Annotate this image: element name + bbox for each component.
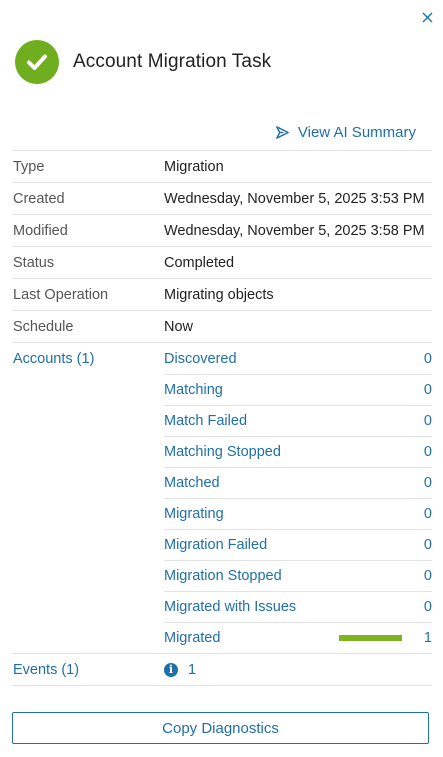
- account-state-cell: Matching 0: [164, 374, 432, 406]
- detail-row-modified: Modified Wednesday, November 5, 2025 3:58…: [12, 215, 432, 247]
- account-state-count: 1: [423, 629, 432, 646]
- detail-label: Created: [13, 190, 65, 207]
- detail-value: Migration: [164, 158, 224, 175]
- account-state-link[interactable]: Migrating: [164, 506, 224, 522]
- account-state-row: Migration Failed 0: [12, 529, 432, 561]
- info-icon: i: [164, 662, 178, 677]
- account-state-row: Migrating 0: [12, 498, 432, 530]
- account-state-cell: Migrated 1: [164, 622, 432, 653]
- account-state-cell: Migration Stopped 0: [164, 560, 432, 592]
- close-button[interactable]: [419, 9, 435, 25]
- account-state-link[interactable]: Match Failed: [164, 413, 247, 429]
- events-link[interactable]: Events (1): [13, 654, 79, 685]
- account-state-count: 0: [423, 381, 432, 398]
- copy-diagnostics-button[interactable]: Copy Diagnostics: [12, 712, 429, 744]
- detail-label: Modified: [13, 222, 68, 239]
- account-state-row: Matched 0: [12, 467, 432, 499]
- account-state-cell: Migrating 0: [164, 498, 432, 530]
- account-state-count: 0: [423, 505, 432, 522]
- close-icon: [422, 12, 432, 22]
- detail-row-schedule: Schedule Now: [12, 311, 432, 343]
- detail-value: Migrating objects: [164, 286, 274, 303]
- account-state-link[interactable]: Matched: [164, 475, 220, 491]
- account-state-count: 0: [423, 412, 432, 429]
- detail-label: Last Operation: [13, 286, 109, 303]
- account-state-count: 0: [423, 443, 432, 460]
- details-grid: Type Migration Created Wednesday, November …: [12, 150, 432, 686]
- task-details-panel: Account Migration Task View AI Summary T…: [0, 0, 443, 757]
- account-state-count: 0: [423, 567, 432, 584]
- account-state-count: 0: [423, 598, 432, 615]
- detail-label: Schedule: [13, 318, 74, 335]
- detail-label: Status: [13, 254, 55, 271]
- account-state-cell: Migrated with Issues 0: [164, 591, 432, 623]
- account-state-row: Migration Stopped 0: [12, 560, 432, 592]
- account-state-link[interactable]: Matching: [164, 382, 223, 398]
- account-state-link[interactable]: Discovered: [164, 351, 237, 367]
- account-state-link[interactable]: Migration Failed: [164, 537, 267, 553]
- page-title: Account Migration Task: [73, 51, 272, 72]
- accounts-link[interactable]: Accounts (1): [13, 343, 94, 374]
- panel-header: Account Migration Task: [15, 40, 271, 84]
- detail-value: Wednesday, November 5, 2025 3:53 PM: [164, 190, 425, 207]
- account-state-row: Accounts (1) Discovered 0: [12, 343, 432, 375]
- account-state-cell: Matched 0: [164, 467, 432, 499]
- account-state-link[interactable]: Migration Stopped: [164, 568, 282, 584]
- detail-value: Wednesday, November 5, 2025 3:58 PM: [164, 222, 425, 239]
- account-state-cell: Match Failed 0: [164, 405, 432, 437]
- account-state-count: 0: [423, 536, 432, 553]
- account-state-row: Matching 0: [12, 374, 432, 406]
- account-state-cell: Discovered 0: [164, 343, 432, 375]
- account-state-cell: Migration Failed 0: [164, 529, 432, 561]
- detail-row-type: Type Migration: [12, 151, 432, 183]
- account-state-link[interactable]: Migrated: [164, 630, 220, 646]
- account-state-row: Migrated with Issues 0: [12, 591, 432, 623]
- account-state-link[interactable]: Migrated with Issues: [164, 599, 296, 615]
- view-ai-summary-label: View AI Summary: [297, 124, 416, 141]
- detail-row-status: Status Completed: [12, 247, 432, 279]
- events-row: Events (1) i 1: [12, 654, 432, 686]
- detail-label: Type: [13, 158, 45, 175]
- account-state-count: 0: [423, 474, 432, 491]
- migrated-progress-fill: [339, 635, 402, 641]
- account-state-row: Migrated 1: [12, 622, 432, 654]
- events-value: i 1: [164, 654, 432, 685]
- migrated-progress-bar: [339, 635, 402, 641]
- ai-summary-icon: [276, 126, 289, 139]
- account-state-link[interactable]: Matching Stopped: [164, 444, 281, 460]
- account-state-row: Matching Stopped 0: [12, 436, 432, 468]
- success-status-icon: [15, 40, 59, 84]
- detail-row-created: Created Wednesday, November 5, 2025 3:53 …: [12, 183, 432, 215]
- checkmark-icon: [27, 54, 47, 70]
- account-state-cell: Matching Stopped 0: [164, 436, 432, 468]
- view-ai-summary-link[interactable]: View AI Summary: [275, 124, 416, 141]
- account-state-count: 0: [423, 350, 432, 367]
- detail-row-last-operation: Last Operation Migrating objects: [12, 279, 432, 311]
- account-state-row: Match Failed 0: [12, 405, 432, 437]
- detail-value: Completed: [164, 254, 235, 271]
- detail-value: Now: [164, 318, 194, 335]
- events-count[interactable]: 1: [188, 662, 196, 678]
